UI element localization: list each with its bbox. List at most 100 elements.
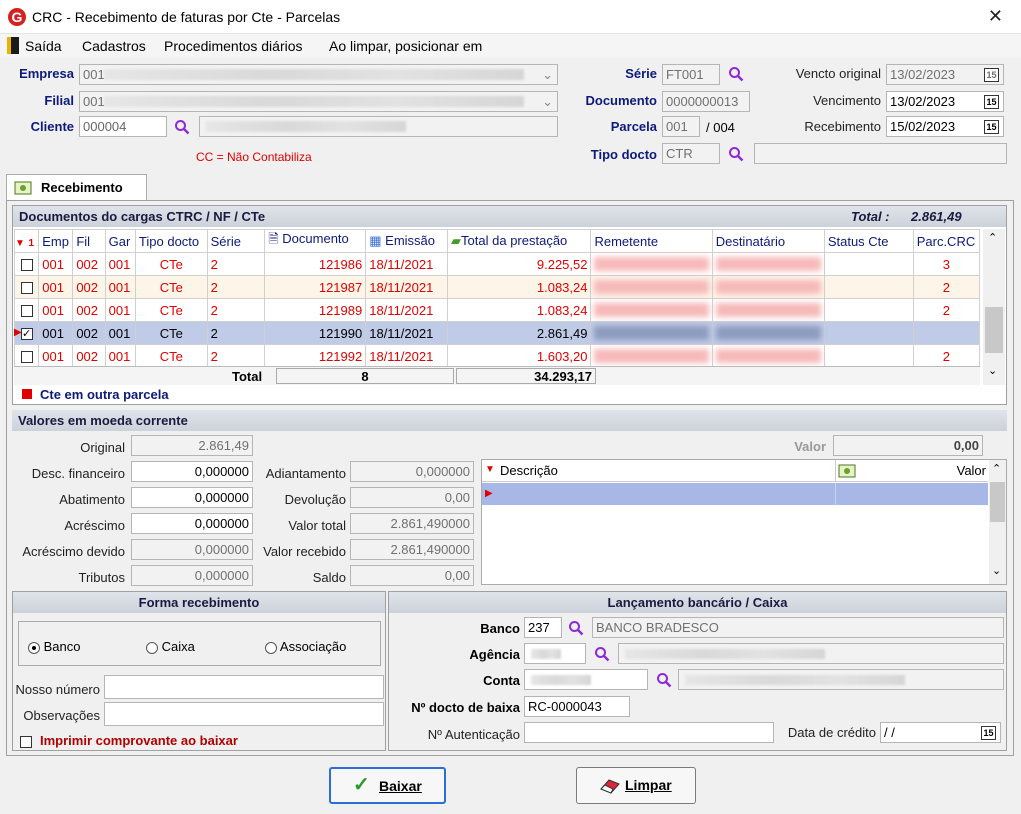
- scroll-up-icon[interactable]: ⌃: [992, 462, 1001, 475]
- search-icon[interactable]: [728, 66, 744, 82]
- col-emissao-label: Emissão: [385, 233, 436, 248]
- radio-associacao[interactable]: Associação: [265, 639, 346, 654]
- banco-code-input[interactable]: 237: [524, 617, 562, 638]
- col-destinatario[interactable]: Destinatário: [711, 229, 825, 253]
- radio-banco[interactable]: Banco: [28, 639, 81, 654]
- eraser-icon: [600, 779, 620, 794]
- cell-fil: 002: [72, 252, 106, 276]
- col-parc-crc[interactable]: Parc.CRC: [912, 229, 980, 253]
- serie-input[interactable]: FT001: [662, 64, 720, 85]
- close-icon[interactable]: ✕: [988, 6, 1003, 27]
- search-icon[interactable]: [594, 646, 610, 662]
- documento-input[interactable]: 0000000013: [662, 91, 750, 112]
- descricao-row-selected[interactable]: ▶: [482, 483, 988, 505]
- row-checkbox[interactable]: [20, 305, 33, 318]
- desc-financeiro-input[interactable]: 0,000000: [131, 461, 253, 482]
- menu-saida[interactable]: Saída: [25, 38, 62, 54]
- col-remetente[interactable]: Remetente: [590, 229, 713, 253]
- documents-grid[interactable]: ▼ 1 Emp Fil Gar Tipo docto Série 🗎 Docum…: [14, 229, 980, 387]
- search-icon[interactable]: [174, 119, 190, 135]
- limpar-button[interactable]: Limpar: [576, 767, 696, 804]
- menu-ao-limpar[interactable]: Ao limpar, posicionar em: [329, 38, 482, 54]
- col-tipo-docto[interactable]: Tipo docto: [134, 229, 208, 253]
- empresa-select[interactable]: 001 ⌄: [79, 64, 558, 85]
- tab-label: Recebimento: [41, 180, 123, 195]
- acrescimo-input[interactable]: 0,000000: [131, 513, 253, 534]
- abatimento-input[interactable]: 0,000000: [131, 487, 253, 508]
- scroll-up-icon[interactable]: ⌃: [988, 231, 997, 244]
- scroll-down-icon[interactable]: ⌄: [988, 364, 997, 377]
- conta-input[interactable]: [524, 669, 648, 690]
- cell-emp: 001: [38, 344, 74, 368]
- nosso-numero-input[interactable]: [104, 675, 384, 699]
- acrescimo-devido-label: Acréscimo devido: [22, 544, 125, 559]
- autenticacao-input[interactable]: [524, 722, 774, 743]
- calendar-icon[interactable]: 15: [984, 95, 999, 109]
- table-row[interactable]: 001 002 001 CTe 2 121989 18/11/2021 1.08…: [14, 298, 980, 322]
- calendar-icon[interactable]: 15: [981, 726, 996, 740]
- col-valor[interactable]: Valor: [957, 463, 986, 478]
- conta-name-redacted: [685, 675, 905, 685]
- col-fil[interactable]: Fil: [72, 229, 106, 253]
- imprimir-checkbox[interactable]: [20, 735, 32, 748]
- observacoes-input[interactable]: [104, 702, 384, 726]
- menu-cadastros[interactable]: Cadastros: [82, 38, 146, 54]
- filial-select[interactable]: 001 ⌄: [79, 91, 558, 112]
- agencia-input[interactable]: [524, 643, 586, 664]
- col-descricao[interactable]: Descrição: [500, 463, 558, 478]
- scroll-thumb[interactable]: [990, 482, 1005, 522]
- table-row[interactable]: 001 002 001 CTe 2 121986 18/11/2021 9.22…: [14, 252, 980, 276]
- search-icon[interactable]: [656, 672, 672, 688]
- parcela-input[interactable]: 001: [662, 116, 700, 137]
- data-credito-input[interactable]: / / 15: [880, 722, 1001, 743]
- cell-status: [823, 344, 914, 368]
- radio-caixa-dot[interactable]: [146, 641, 158, 654]
- radio-caixa[interactable]: Caixa: [146, 639, 195, 654]
- col-documento[interactable]: 🗎 Documento: [264, 229, 367, 253]
- row-checkbox-checked[interactable]: ✓: [20, 328, 33, 341]
- docto-baixa-input[interactable]: RC-0000043: [524, 696, 630, 717]
- baixar-label: Baixar: [379, 778, 422, 794]
- col-status-cte[interactable]: Status Cte: [823, 229, 914, 253]
- recebimento-label: Recebimento: [804, 119, 881, 134]
- descricao-grid[interactable]: ▼ Descrição Valor ▶ ⌃ ⌄: [481, 459, 1007, 585]
- table-row[interactable]: 001 002 001 CTe 2 121987 18/11/2021 1.08…: [14, 275, 980, 299]
- menu-procedimentos[interactable]: Procedimentos diários: [164, 38, 303, 54]
- row-checkbox[interactable]: [20, 282, 33, 295]
- radio-associacao-dot[interactable]: [265, 641, 277, 654]
- grid-scrollbar[interactable]: ⌃ ⌄: [983, 229, 1005, 385]
- cell-total: 9.225,52: [447, 252, 592, 276]
- table-row[interactable]: 001 002 001 CTe 2 121992 18/11/2021 1.60…: [14, 344, 980, 368]
- search-icon[interactable]: [728, 146, 744, 162]
- col-gar[interactable]: Gar: [104, 229, 136, 253]
- parcela-total: / 004: [706, 120, 735, 135]
- tipo-docto-input[interactable]: CTR: [662, 143, 720, 164]
- search-icon[interactable]: [568, 620, 584, 636]
- col-serie[interactable]: Série: [206, 229, 266, 253]
- row-checkbox[interactable]: [20, 351, 33, 364]
- table-row-selected[interactable]: ▶ ✓ 001 002 001 CTe 2 121990 18/11/2021 2…: [14, 321, 980, 345]
- col-total-prestacao[interactable]: ▰Total da prestação: [447, 229, 592, 253]
- col-emp[interactable]: Emp: [38, 229, 74, 253]
- recebimento-input[interactable]: 15/02/2023 15: [886, 116, 1004, 137]
- scroll-thumb[interactable]: [985, 307, 1003, 353]
- cliente-code-input[interactable]: 000004: [79, 116, 167, 137]
- banco-label: Banco: [480, 621, 520, 636]
- row-checkbox[interactable]: [20, 259, 33, 272]
- desc-financeiro-label: Desc. financeiro: [31, 466, 125, 481]
- descricao-scrollbar[interactable]: ⌃ ⌄: [989, 460, 1006, 584]
- conta-name-field: [678, 669, 1004, 690]
- vencimento-input[interactable]: 13/02/2023 15: [886, 91, 1004, 112]
- col-emissao[interactable]: ▦ Emissão: [365, 229, 449, 253]
- calendar-icon[interactable]: 15: [984, 68, 999, 82]
- vencto-original-input[interactable]: 13/02/2023 15: [886, 64, 1004, 85]
- tab-recebimento[interactable]: Recebimento: [6, 174, 147, 201]
- imprimir-checkbox-wrap[interactable]: [20, 733, 32, 748]
- grid-sort-header[interactable]: ▼ 1: [14, 229, 40, 253]
- legend-label: Cte em outra parcela: [40, 387, 169, 402]
- radio-banco-dot[interactable]: [28, 641, 40, 654]
- scroll-down-icon[interactable]: ⌄: [992, 564, 1001, 577]
- baixar-button[interactable]: ✓ Baixar: [329, 767, 446, 804]
- calendar-icon[interactable]: 15: [984, 120, 999, 134]
- cell-remetente-redacted: [590, 252, 713, 276]
